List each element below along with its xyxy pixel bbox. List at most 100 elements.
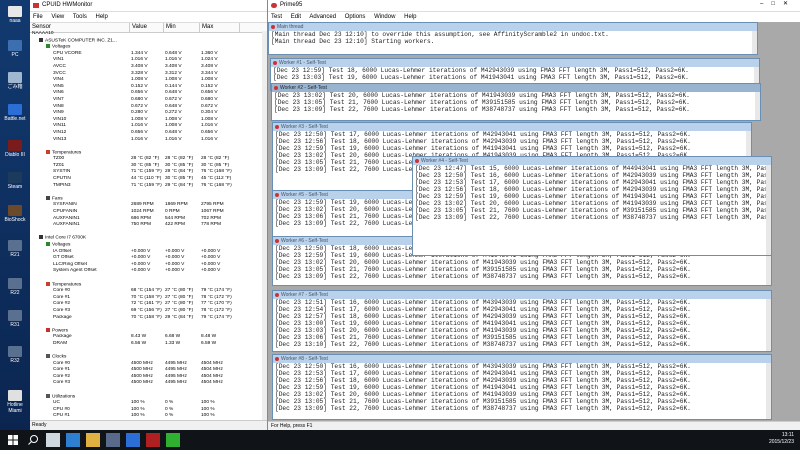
sensor-row[interactable]: Core #1 70 °C (158 °F) 27 °C (80 °F) 78 °C …	[30, 295, 267, 302]
worker-window[interactable]: Worker #4 - Self-Test [Dec 23 12:47] Test…	[412, 156, 772, 256]
sensor-row[interactable]: Core #2 72 °C (161 °F) 27 °C (80 °F) 77 °C …	[30, 301, 267, 308]
worker-window-title[interactable]: Worker #4 - Self-Test	[413, 157, 771, 165]
sensor-row[interactable]: Voltages	[30, 44, 267, 51]
worker-window[interactable]: Worker #2 - Self-Test [Dec 23 13:02] Test…	[271, 83, 761, 121]
edge-icon[interactable]	[66, 433, 80, 447]
window-scrollbar[interactable]	[755, 92, 760, 120]
worker-window[interactable]: Main thread [Main thread Dec 23 12:10] to…	[268, 22, 758, 55]
sensor-row[interactable]: LLC/Ring Offset +0.000 V +0.000 V +0.000 V	[30, 262, 267, 269]
sensor-row[interactable]	[30, 275, 267, 282]
sensor-row[interactable]: VIN5 0.152 V 0.144 V 0.152 V	[30, 84, 267, 91]
menu-file[interactable]: File	[33, 14, 43, 20]
menu-help[interactable]: Help	[404, 14, 416, 20]
start-icon[interactable]	[6, 433, 20, 447]
sensor-row[interactable]: TZ01 30 °C (85 °F) 30 °C (85 °F) 30 °C (85 …	[30, 163, 267, 170]
prime95-icon[interactable]	[146, 433, 160, 447]
sensor-row[interactable]: VIN6 0.656 V 0.648 V 0.656 V	[30, 90, 267, 97]
sensor-row[interactable]: Core #1 4500 MHz 4495 MHz 4504 MHz	[30, 367, 267, 374]
desktop-icon[interactable]: PC	[2, 40, 28, 58]
worker-window-title[interactable]: Worker #7 - Self-Test	[273, 291, 771, 299]
window-scrollbar[interactable]	[766, 165, 771, 255]
sensor-row[interactable]: UC 100 % 0 % 100 %	[30, 400, 267, 407]
worker-window[interactable]: Worker #8 - Self-Test [Dec 23 12:50] Test…	[272, 354, 772, 420]
sensor-row[interactable]	[30, 229, 267, 236]
sensor-row[interactable]: CPUFANIN 1024 RPM 0 RPM 1067 RPM	[30, 209, 267, 216]
battlenet-icon[interactable]	[126, 433, 140, 447]
sensor-row[interactable]: Package 70 °C (158 °F) 29 °C (84 °F) 79 °C …	[30, 315, 267, 322]
sensor-row[interactable]: AVCC 3.408 V 3.408 V 3.408 V	[30, 64, 267, 71]
sensor-row[interactable]: Utilizations	[30, 393, 267, 401]
sensor-row[interactable]: Core #2 4500 MHz 4495 MHz 4504 MHz	[30, 374, 267, 381]
sensor-row[interactable]: CPU #0 100 % 0 % 100 %	[30, 407, 267, 414]
search-icon[interactable]	[26, 433, 40, 447]
sensor-row[interactable]	[30, 348, 267, 355]
sensor-row[interactable]	[30, 321, 267, 328]
desktop-icon[interactable]: R31	[2, 310, 28, 328]
explorer-icon[interactable]	[86, 433, 100, 447]
sensor-row[interactable]: Core #0 68 °C (154 °F) 27 °C (80 °F) 79 °C …	[30, 288, 267, 295]
sensor-tree[interactable]: NAAAA10 ASUSTeK COMPUTER INC. Z1... Voltag…	[30, 31, 267, 421]
sensor-row[interactable]: GT Offset +0.000 V +0.000 V +0.000 V	[30, 255, 267, 262]
desktop-icon[interactable]: R32	[2, 346, 28, 364]
sensor-row[interactable]: Powers	[30, 327, 267, 335]
sensor-row[interactable]: VIN9 0.280 V 0.272 V 0.304 V	[30, 110, 267, 117]
sensor-row[interactable]: ASUSTeK COMPUTER INC. Z1...	[30, 37, 267, 45]
worker-window-title[interactable]: Worker #2 - Self-Test	[272, 84, 760, 92]
vertical-scrollbar[interactable]	[262, 31, 267, 421]
sensor-row[interactable]: CPU VCORE 1.344 V 0.648 V 1.360 V	[30, 51, 267, 58]
sensor-row[interactable]	[30, 387, 267, 394]
sensor-row[interactable]: System Agent Offset +0.000 V +0.000 V +0.00…	[30, 268, 267, 275]
sensor-row[interactable]: SYSTIN 71 °C (159 °F) 29 °C (84 °F) 76 °C (…	[30, 169, 267, 176]
sensor-row[interactable]	[30, 143, 267, 150]
sensor-row[interactable]: Core #3 69 °C (156 °F) 27 °C (80 °F) 78 °C …	[30, 308, 267, 315]
desktop-icon[interactable]: BioShock	[2, 205, 28, 223]
sensor-row[interactable]: VIN12 0.656 V 0.648 V 0.656 V	[30, 130, 267, 137]
worker-window-title[interactable]: Worker #3 - Self-Test	[273, 123, 751, 131]
sensor-row[interactable]: TZ00 28 °C (82 °F) 28 °C (82 °F) 28 °C (82 …	[30, 156, 267, 163]
sensor-row[interactable]: VIN7 0.680 V 0.672 V 0.680 V	[30, 97, 267, 104]
sensor-row[interactable]: Intel Core i7 6700K	[30, 235, 267, 242]
sensor-row[interactable]: VIN1 1.016 V 1.016 V 1.024 V	[30, 57, 267, 64]
hwmonitor-icon[interactable]	[166, 433, 180, 447]
sensor-row[interactable]	[30, 189, 267, 196]
window-controls[interactable]: –□✕	[760, 0, 796, 7]
sensor-row[interactable]: VIN4 1.008 V 1.008 V 1.008 V	[30, 77, 267, 84]
sensor-row[interactable]: Clocks	[30, 354, 267, 361]
menu-window[interactable]: Window	[374, 14, 395, 20]
window-scrollbar[interactable]	[766, 363, 771, 419]
sensor-row[interactable]: VIN10 1.008 V 1.008 V 1.008 V	[30, 117, 267, 124]
menu-edit[interactable]: Edit	[291, 14, 301, 20]
worker-window-title[interactable]: Worker #8 - Self-Test	[273, 355, 771, 363]
window-scrollbar[interactable]	[752, 31, 757, 54]
desktop-icon[interactable]: ごみ箱	[2, 72, 28, 90]
worker-window[interactable]: Worker #7 - Self-Test [Dec 23 12:51] Test…	[272, 290, 772, 352]
window-scrollbar[interactable]	[766, 299, 771, 351]
menu-view[interactable]: View	[51, 14, 64, 20]
sensor-row[interactable]: Core #0 4500 MHz 4495 MHz 4504 MHz	[30, 361, 267, 368]
worker-window-title[interactable]: Worker #1 - Self-Test	[271, 59, 759, 67]
desktop-icon[interactable]: Steam	[2, 172, 28, 190]
sensor-row[interactable]: AUXFANIN1 686 RPM 544 RPM 702 RPM	[30, 216, 267, 223]
task-view-icon[interactable]	[46, 433, 60, 447]
sensor-row[interactable]: SYSFANIN 2689 RPM 1869 RPM 2795 RPM	[30, 202, 267, 209]
store-icon[interactable]	[106, 433, 120, 447]
sensor-row[interactable]: VIN8 0.672 V 0.648 V 0.672 V	[30, 104, 267, 111]
sensor-row[interactable]: 3VCC 3.328 V 3.312 V 3.344 V	[30, 71, 267, 78]
menu-test[interactable]: Test	[271, 14, 282, 20]
sensor-row[interactable]: Core #3 4500 MHz 4495 MHz 4504 MHz	[30, 380, 267, 387]
sensor-row[interactable]: VIN11 1.016 V 1.008 V 1.016 V	[30, 123, 267, 130]
desktop-icon[interactable]: R21	[2, 240, 28, 258]
desktop-icon[interactable]: Diablo III	[2, 140, 28, 158]
desktop-icon[interactable]: naaa	[2, 6, 28, 24]
desktop-icon[interactable]: Battle.net	[2, 104, 28, 122]
sensor-row[interactable]: Temperatures	[30, 281, 267, 289]
sensor-row[interactable]: VIN13 1.016 V 1.016 V 1.016 V	[30, 137, 267, 144]
worker-window-title[interactable]: Main thread	[269, 23, 757, 31]
sensor-row[interactable]: TMPIN3 71 °C (159 °F) 29 °C (84 °F) 76 °C (…	[30, 183, 267, 190]
sensor-row[interactable]: Voltages	[30, 242, 267, 249]
menu-help[interactable]: Help	[96, 14, 108, 20]
menu-advanced[interactable]: Advanced	[309, 14, 336, 20]
sensor-row[interactable]: CPUTIN 44 °C (110 °F) 30 °C (85 °F) 45 °C (…	[30, 176, 267, 183]
system-clock[interactable]: 13:11 2015/12/23	[769, 432, 794, 446]
menu-tools[interactable]: Tools	[73, 14, 87, 20]
